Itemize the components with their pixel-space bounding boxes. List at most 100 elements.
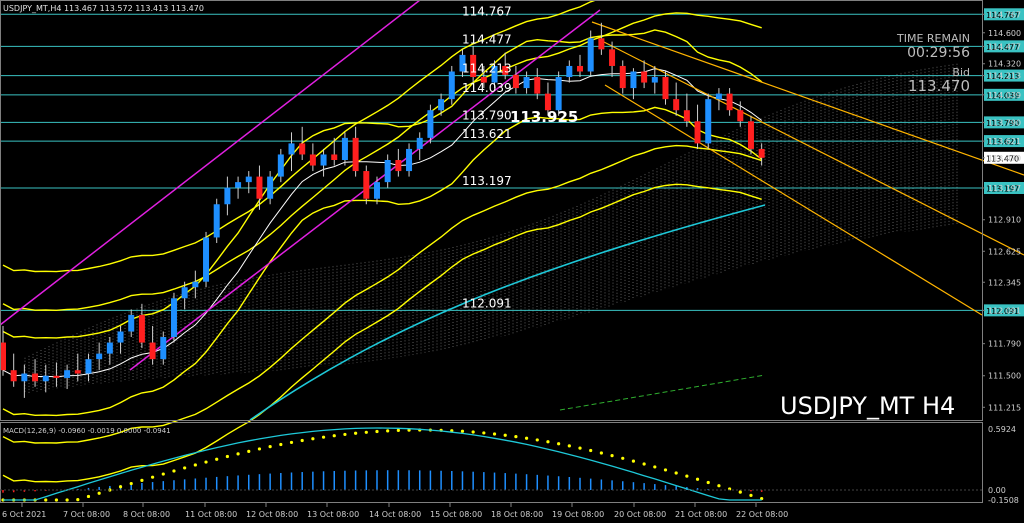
candle-body <box>42 375 49 382</box>
candle-body <box>651 77 658 83</box>
macd-signal-dot <box>150 475 155 479</box>
candle-body <box>53 375 60 378</box>
candle-body <box>758 148 765 158</box>
macd-signal-dot <box>44 498 48 502</box>
candle-body <box>128 314 135 332</box>
level-label-top: 114.767 <box>462 4 512 18</box>
candle-body <box>224 187 231 205</box>
macd-signal-dot <box>695 477 700 481</box>
macd-signal-dot <box>471 430 475 434</box>
time-remain-value: 00:29:56 <box>907 45 970 61</box>
macd-signal-dot <box>717 484 721 488</box>
time-remain-label: TIME REMAIN <box>896 32 970 45</box>
time-axis-label: 20 Oct 08:00 <box>614 510 666 519</box>
price-axis-label: 111.215 <box>988 403 1021 412</box>
price-axis-label: 114.039 <box>988 91 1021 100</box>
candle-body <box>448 71 455 100</box>
macd-signal-dot <box>204 460 208 464</box>
time-axis-label: 6 Oct 2021 <box>2 510 46 519</box>
macd-signal-dot <box>279 442 283 447</box>
macd-signal-dot <box>610 454 614 458</box>
candle-body <box>683 110 690 122</box>
candle-body <box>598 38 605 50</box>
macd-signal-dot <box>578 446 582 450</box>
candle-up <box>203 231 210 288</box>
candle-body <box>566 65 573 78</box>
macd-signal-dot <box>386 429 390 433</box>
macd-signal-dot <box>225 454 229 459</box>
macd-signal-dot <box>482 431 486 435</box>
macd-signal-dot <box>97 491 101 495</box>
candle-body <box>64 370 71 378</box>
macd-signal-dot <box>161 472 165 476</box>
time-axis-label: 22 Oct 08:00 <box>736 510 788 519</box>
candle-body <box>309 154 316 166</box>
time-axis-label: 21 Oct 08:00 <box>675 510 727 519</box>
macd-signal-dot <box>503 433 507 437</box>
macd-signal-dot <box>589 448 593 453</box>
candle-down <box>363 165 370 205</box>
candle-body <box>299 143 306 155</box>
macd-signal-dot <box>631 459 636 463</box>
price-axis-label: 112.091 <box>988 306 1021 315</box>
macd-signal-dot <box>86 494 91 499</box>
price-axis-label: 114.477 <box>988 42 1021 51</box>
candle-body <box>341 137 348 160</box>
candle-down <box>747 115 754 155</box>
candle-up <box>170 292 177 343</box>
macd-signal-dot <box>172 469 176 473</box>
macd-signal-dot <box>247 449 251 453</box>
macd-signal-dot <box>183 466 187 470</box>
chart-watermark: USDJPY_MT H4 <box>780 392 955 420</box>
macd-signal-dot <box>193 463 197 467</box>
price-axis-label: 114.600 <box>988 29 1021 38</box>
price-axis-label: 114.767 <box>988 10 1021 19</box>
level-label: 113.790 <box>462 108 512 122</box>
price-axis-label: 111.790 <box>988 340 1021 349</box>
candle-body <box>427 110 434 138</box>
macd-signal-dot <box>524 436 529 440</box>
candle-body <box>630 71 637 89</box>
time-axis-label: 13 Oct 08:00 <box>307 510 359 519</box>
candle-body <box>203 237 210 282</box>
time-axis-label: 14 Oct 08:00 <box>369 510 421 519</box>
candle-up <box>427 104 434 144</box>
candle-body <box>235 182 242 188</box>
candle-body <box>438 99 445 111</box>
time-axis-label: 15 Oct 08:00 <box>430 510 482 519</box>
candle-body <box>267 176 274 199</box>
time-axis-label: 19 Oct 08:00 <box>552 510 604 519</box>
candle-body <box>331 154 338 160</box>
macd-signal-dot <box>749 493 753 497</box>
macd-signal-dot <box>599 451 603 455</box>
macd-signal-dot <box>706 480 710 485</box>
time-axis-label: 11 Oct 08:00 <box>185 510 237 519</box>
candle-body <box>416 137 423 149</box>
price-axis-label: 111.500 <box>988 372 1021 381</box>
price-axis-label: 114.213 <box>988 72 1021 81</box>
candle-body <box>149 342 156 360</box>
macd-signal-dot <box>364 430 368 434</box>
macd-signal-dot <box>140 478 144 482</box>
time-axis-label: 18 Oct 08:00 <box>491 510 543 519</box>
time-axis-label: 12 Oct 08:00 <box>246 510 298 519</box>
level-label: 114.213 <box>462 62 512 76</box>
candle-up <box>705 93 712 149</box>
level-label: 114.039 <box>462 81 512 95</box>
macd-signal-dot <box>514 435 518 439</box>
candle-body <box>609 49 616 66</box>
macd-signal-dot <box>642 462 646 466</box>
macd-axis-label: -0.1508 <box>988 496 1019 505</box>
time-axis-label: 8 Oct 08:00 <box>123 510 170 519</box>
macd-signal-dot <box>621 456 625 460</box>
macd-signal-dot <box>674 471 678 475</box>
chart-header: USDJPY_MT,H4 113.467 113.572 113.413 113… <box>3 4 204 13</box>
candle-body <box>74 370 81 374</box>
candle-body <box>512 74 519 89</box>
level-label: 114.477 <box>462 32 512 46</box>
candle-body <box>10 370 17 382</box>
macd-signal-dot <box>685 474 689 478</box>
price-chart[interactable]: 114.767 114.477 114.213 114.039 113.790 113.6… <box>0 0 1024 523</box>
macd-signal-dot <box>535 438 539 442</box>
candle-body <box>32 373 39 382</box>
